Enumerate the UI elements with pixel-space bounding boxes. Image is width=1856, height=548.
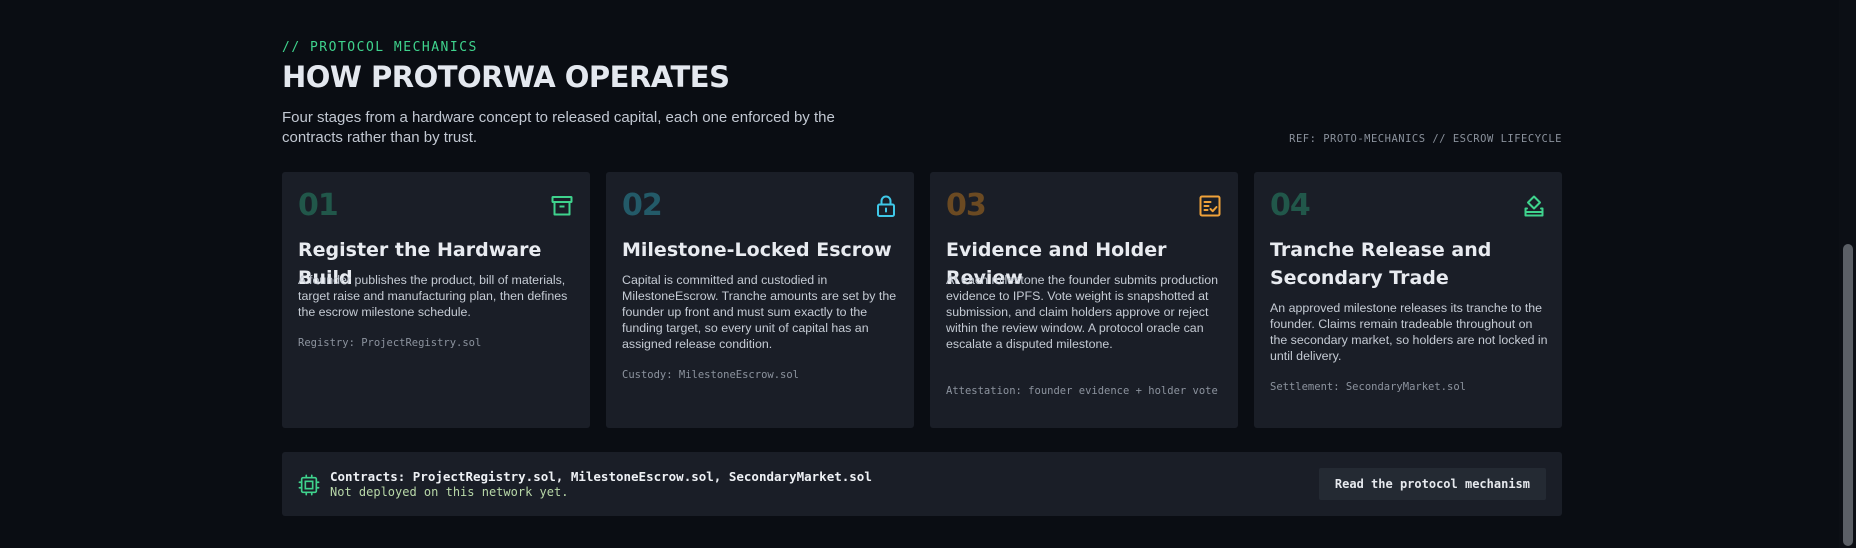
read-protocol-button[interactable]: Read the protocol mechanism [1318, 468, 1546, 500]
stage-number: 02 [622, 188, 663, 223]
stage-card-release: 04 Tranche Release and Secondary Trade A… [1254, 172, 1562, 428]
deployment-status: Not deployed on this network yet. [330, 485, 569, 499]
stage-description: An approved milestone releases its tranc… [1270, 301, 1548, 363]
archive-icon [551, 196, 573, 216]
stage-number: 01 [298, 188, 339, 223]
chip-icon [298, 474, 320, 496]
contracts-list: Contracts: ProjectRegistry.sol, Mileston… [330, 469, 872, 484]
stage-title: Tranche Release and Secondary Trade [1270, 239, 1492, 289]
contracts-footer: Contracts: ProjectRegistry.sol, Mileston… [282, 452, 1562, 516]
scrollbar-thumb[interactable] [1843, 244, 1853, 546]
release-icon [1524, 195, 1544, 217]
stage-description: A founder publishes the product, bill of… [298, 273, 568, 319]
stage-contract-meta: Registry: ProjectRegistry.sol [298, 337, 482, 349]
scrollbar-track[interactable] [1839, 0, 1856, 548]
stage-card-register: 01 Register the Hardware Build A founder… [282, 172, 590, 428]
stage-contract-meta: Attestation: founder evidence + holder v… [946, 385, 1218, 397]
stage-card-escrow: 02 Milestone-Locked Escrow Capital is co… [606, 172, 914, 428]
section-reference: REF: PROTO-MECHANICS // ESCROW LIFECYCLE [1289, 133, 1562, 145]
lock-icon [877, 195, 895, 217]
stage-contract-meta: Custody: MilestoneEscrow.sol [622, 369, 800, 381]
stage-description: Capital is committed and custodied in Mi… [622, 273, 897, 351]
stage-contract-meta: Settlement: SecondaryMarket.sol [1270, 381, 1466, 393]
section-eyebrow: // PROTOCOL MECHANICS [282, 40, 478, 55]
section-lede: Four stages from a hardware concept to r… [282, 109, 835, 146]
stage-number: 04 [1270, 188, 1311, 223]
section-title: HOW PROTORWA OPERATES [282, 60, 730, 94]
stage-number: 03 [946, 188, 987, 223]
stage-card-review: 03 Evidence and Holder Review At each mi… [930, 172, 1238, 428]
stage-description: At each milestone the founder submits pr… [946, 273, 1219, 351]
checklist-icon [1199, 195, 1221, 217]
stage-cards: 01 Register the Hardware Build A founder… [282, 172, 1562, 428]
stage-title: Milestone-Locked Escrow [622, 239, 892, 261]
